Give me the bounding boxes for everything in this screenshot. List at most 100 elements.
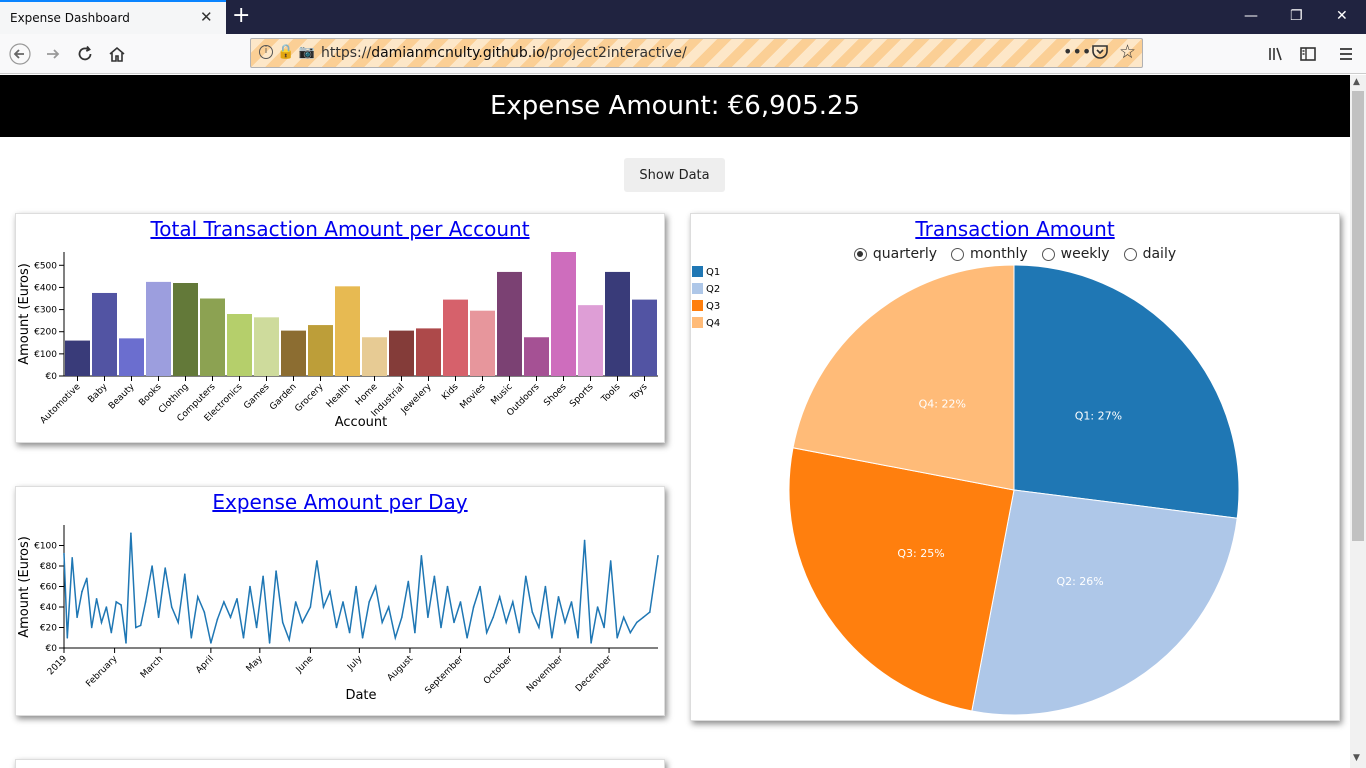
minimize-icon[interactable]: — — [1244, 6, 1258, 26]
scroll-thumb[interactable] — [1352, 91, 1364, 541]
line-point — [81, 590, 83, 593]
browser-tab[interactable]: Expense Dashboard ✕ — [0, 0, 226, 34]
line-chart-card: Expense Amount per Day €0 €20 €40 €60 €80 €10… — [15, 486, 665, 716]
back-icon[interactable] — [8, 42, 32, 66]
x-tick-label: Beauty — [107, 382, 137, 412]
line-point — [492, 616, 495, 619]
library-icon[interactable] — [1264, 42, 1288, 66]
line-point — [203, 611, 206, 613]
scrollbar[interactable]: ▲ ▼ — [1350, 75, 1366, 768]
x-tick-label: Baby — [86, 382, 110, 406]
y-tick-label: €500 — [34, 261, 57, 271]
line-point — [63, 552, 65, 555]
line-point — [407, 580, 410, 583]
line-point — [100, 621, 103, 624]
bar-electronics — [227, 314, 252, 376]
line-point — [657, 555, 659, 557]
line-point — [322, 606, 325, 608]
url-status-icons: i 🔒 📷 — [259, 44, 315, 60]
scroll-up-icon[interactable]: ▲ — [1353, 77, 1360, 87]
pie-label-q3: Q3: 25% — [897, 547, 944, 560]
x-tick-label: October — [482, 654, 515, 687]
menu-icon[interactable] — [1334, 42, 1358, 66]
url-text[interactable]: https://damianmcnulty.github.io/project2… — [321, 45, 687, 61]
window-close-icon[interactable]: ✕ — [1336, 6, 1348, 26]
line-point — [433, 575, 436, 578]
line-point — [551, 637, 553, 639]
line-point — [557, 596, 560, 598]
info-icon[interactable]: i — [259, 45, 273, 59]
bar-outdoors — [524, 337, 549, 376]
lock-icon[interactable]: 🔒 — [277, 44, 294, 60]
url-bar[interactable]: i 🔒 📷 https://damianmcnulty.github.io/pr… — [250, 38, 1143, 68]
pie-chart-card: Transaction Amount quarterly monthly wee… — [690, 213, 1340, 721]
line-point — [164, 567, 166, 569]
line-point — [622, 616, 625, 619]
line-point — [525, 575, 527, 578]
tab-close-icon[interactable]: ✕ — [200, 9, 213, 25]
bar-music — [497, 271, 522, 376]
x-tick-label: 2019 — [46, 654, 69, 677]
line-point — [177, 621, 179, 624]
sidebar-icon[interactable] — [1296, 42, 1320, 66]
x-tick-label: March — [139, 654, 165, 680]
line-point — [446, 585, 449, 588]
line-point — [120, 604, 122, 606]
line-point — [197, 596, 199, 598]
bar-home — [362, 337, 387, 376]
line-point — [479, 585, 481, 588]
line-point — [125, 642, 127, 644]
line-point — [255, 626, 258, 629]
bar-tools — [605, 271, 630, 376]
x-tick-label: Sports — [568, 382, 596, 410]
reload-icon[interactable] — [73, 42, 97, 66]
line-point — [466, 637, 468, 639]
line-point — [157, 616, 160, 619]
scroll-down-icon[interactable]: ▼ — [1353, 753, 1360, 763]
line-point — [649, 611, 651, 613]
url-host: damianmcnulty.github.io — [371, 45, 545, 61]
line-point — [139, 624, 142, 627]
page-header: Expense Amount: €6,905.25 — [0, 75, 1350, 137]
x-axis-label: Date — [345, 688, 376, 703]
y-axis-label: Amount (Euros) — [17, 263, 32, 365]
line-point — [459, 601, 462, 603]
line-point — [485, 631, 488, 634]
bar-beauty — [119, 338, 144, 376]
line-point — [210, 642, 212, 644]
bookmark-star-icon[interactable]: ☆ — [1119, 41, 1136, 63]
bar-toys — [632, 299, 657, 376]
line-point — [531, 611, 534, 613]
line-point — [151, 565, 153, 567]
x-tick-label: June — [294, 654, 316, 676]
line-point — [275, 570, 277, 572]
line-point — [642, 616, 645, 619]
x-tick-label: November — [525, 654, 565, 694]
line-point — [616, 637, 618, 639]
bar-clothing — [173, 283, 198, 376]
url-path: /project2interactive/ — [544, 45, 687, 61]
camera-icon[interactable]: 📷 — [298, 45, 314, 60]
home-icon[interactable] — [105, 42, 129, 66]
y-tick-label: €20 — [40, 624, 57, 634]
show-data-button[interactable]: Show Data — [624, 158, 725, 192]
bar-garden — [281, 330, 306, 376]
line-point — [66, 637, 69, 639]
line-point — [355, 585, 357, 588]
line-point — [71, 557, 73, 559]
forward-icon[interactable] — [41, 42, 65, 66]
y-tick-label: €400 — [34, 283, 57, 293]
pocket-icon[interactable] — [1091, 43, 1109, 65]
more-actions-icon[interactable]: ••• — [1063, 42, 1091, 61]
line-point — [223, 601, 225, 603]
pie-label-q2: Q2: 26% — [1056, 575, 1103, 588]
line-point — [414, 631, 416, 634]
line-point — [190, 637, 193, 639]
new-tab-icon[interactable]: + — [232, 4, 250, 28]
y-tick-label: €0 — [46, 644, 58, 654]
y-tick-label: €40 — [40, 603, 57, 613]
page-content: Expense Amount: €6,905.25 Show Data Tota… — [0, 75, 1350, 768]
restore-icon[interactable]: ❐ — [1290, 6, 1303, 26]
bar-movies — [470, 310, 495, 376]
y-axis-label: Amount (Euros) — [17, 536, 32, 638]
